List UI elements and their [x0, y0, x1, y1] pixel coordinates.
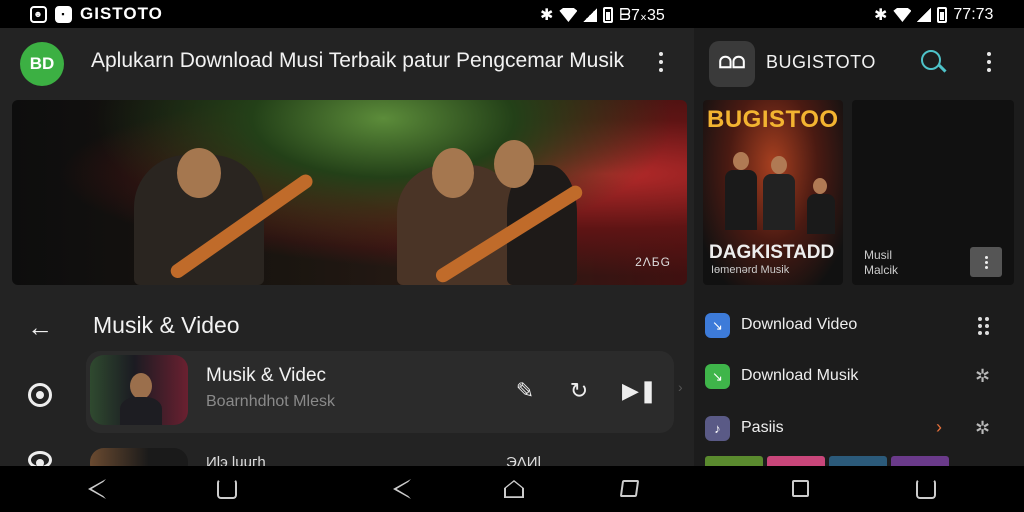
hero-caption: 2ΛБG [635, 255, 671, 269]
media-title: Musik & Videc [206, 365, 327, 386]
signal-icon [917, 8, 932, 22]
media-title-partial: Иlэ luuгһ [206, 454, 266, 466]
secondary-card-line1: Musil [864, 248, 893, 262]
edit-icon[interactable]: ✎ [512, 378, 538, 404]
back-icon[interactable] [88, 479, 106, 499]
replay-icon[interactable]: ↻ [566, 378, 592, 404]
hero-banner[interactable]: 2ΛБG [12, 100, 687, 285]
wifi-icon [893, 8, 912, 22]
left-pane: BD Aplukarn Download Musi Terbaik patur … [0, 28, 694, 469]
home-icon[interactable] [504, 480, 524, 498]
chevron-right-icon[interactable]: › [678, 379, 683, 395]
signal-icon [583, 8, 598, 22]
strip-thumb[interactable] [829, 456, 887, 466]
status-right-left-pane: ✱ ᗷ7᙮35 [540, 5, 665, 25]
download-video-icon: ↘ [705, 313, 730, 338]
media-meta-partial: ЭΛИl [506, 454, 541, 466]
app-root: ☻ ▪ GISTOTO ✱ ᗷ7᙮35 ✱ 77:73 BD Aplukarn … [0, 0, 1024, 512]
media-card-partial[interactable]: Иlэ luuгһ ЭΛИl [86, 448, 674, 466]
secondary-card-line2: Malcik [864, 263, 899, 277]
menu-item-download-video[interactable]: ↘ Download Video [694, 306, 1024, 346]
app-bar-left: BD Aplukarn Download Musi Terbaik patur … [0, 28, 694, 96]
wifi-icon [559, 8, 578, 22]
download-music-icon: ↘ [705, 364, 730, 389]
app-notification-icon: ▪ [55, 5, 72, 23]
status-app-name: GISTOTO [80, 4, 163, 23]
strip-thumb[interactable] [891, 456, 949, 466]
battery-icon [603, 7, 614, 23]
app-logo[interactable]: BD [20, 42, 64, 86]
section-title: Musik & Video [93, 312, 240, 338]
notification-icon: ☻ [30, 5, 47, 23]
featured-card-heading: DAGKISTADD [709, 242, 835, 263]
menu-item-pasiis[interactable]: ♪ Pasiis › ✲ [694, 409, 1024, 449]
right-pane: ᗝᗝ BUGISTOTO BUGISTOO DAGKISTADD Iөmenәr… [694, 28, 1024, 466]
overflow-menu-icon[interactable] [650, 47, 672, 77]
menu-item-download-musik[interactable]: ↘ Download Musik ✲ [694, 357, 1024, 397]
playlist-icon: ♪ [705, 416, 730, 441]
navigation-bar [0, 466, 1024, 512]
media-card[interactable]: Musik & Videc Boarnhdhot Mlesk ✎ ↻ ▶❚ › [86, 351, 683, 433]
bluetooth-icon: ✱ [874, 7, 888, 24]
app-bar-right: ᗝᗝ BUGISTOTO [694, 28, 1024, 96]
status-bar: ☻ ▪ GISTOTO ✱ ᗷ7᙮35 ✱ 77:73 [0, 0, 1024, 28]
hero-head-3 [494, 140, 534, 188]
search-icon[interactable] [921, 50, 941, 70]
status-time-right: 77:73 [953, 6, 994, 23]
featured-card-subtitle: Iөmenәrd Musik [711, 264, 790, 276]
eye-icon[interactable] [28, 383, 52, 407]
thumbnail-strip [705, 456, 949, 466]
media-thumbnail [90, 355, 188, 425]
play-next-icon[interactable]: ▶❚ [622, 378, 657, 404]
brand-title: BUGISTOTO [766, 52, 876, 72]
recents-icon[interactable] [619, 480, 640, 497]
menu-item-label: Pasiis [741, 419, 784, 436]
back-arrow-icon[interactable]: ← [27, 312, 53, 343]
app-title: Aplukarn Download Musi Terbaik patur Pen… [91, 49, 625, 72]
overflow-menu-icon[interactable] [978, 47, 1000, 77]
battery-icon [937, 7, 948, 23]
status-left: ☻ ▪ GISTOTO [30, 4, 163, 24]
media-subtitle: Boarnhdhot Mlesk [206, 393, 335, 410]
menu-item-label: Download Video [741, 316, 858, 333]
rotate-icon[interactable] [916, 479, 936, 499]
hero-head-2 [432, 148, 474, 198]
status-right-right-pane: ✱ 77:73 [874, 5, 993, 25]
strip-thumb[interactable] [705, 456, 763, 466]
bluetooth-icon: ✱ [540, 7, 554, 24]
secondary-card[interactable]: Musil Malcik [852, 100, 1014, 285]
more-options-icon[interactable] [970, 247, 1002, 277]
settings-icon[interactable]: ✲ [975, 418, 990, 439]
featured-card[interactable]: BUGISTOO DAGKISTADD Iөmenәrd Musik [703, 100, 843, 285]
brand-logo[interactable]: ᗝᗝ [709, 41, 755, 87]
strip-thumb[interactable] [767, 456, 825, 466]
status-time-left: ᗷ7᙮35 [619, 7, 665, 24]
rotate-icon[interactable] [217, 479, 237, 499]
chevron-right-icon[interactable]: › [936, 417, 942, 438]
back-icon[interactable] [393, 479, 411, 499]
drag-handle-icon[interactable] [978, 317, 990, 335]
media-thumbnail-partial [90, 448, 188, 466]
featured-card-title: BUGISTOO [707, 106, 839, 133]
settings-icon[interactable]: ✲ [975, 366, 990, 387]
recents-icon[interactable] [792, 480, 809, 497]
hero-head-1 [177, 148, 221, 198]
menu-item-label: Download Musik [741, 367, 859, 384]
